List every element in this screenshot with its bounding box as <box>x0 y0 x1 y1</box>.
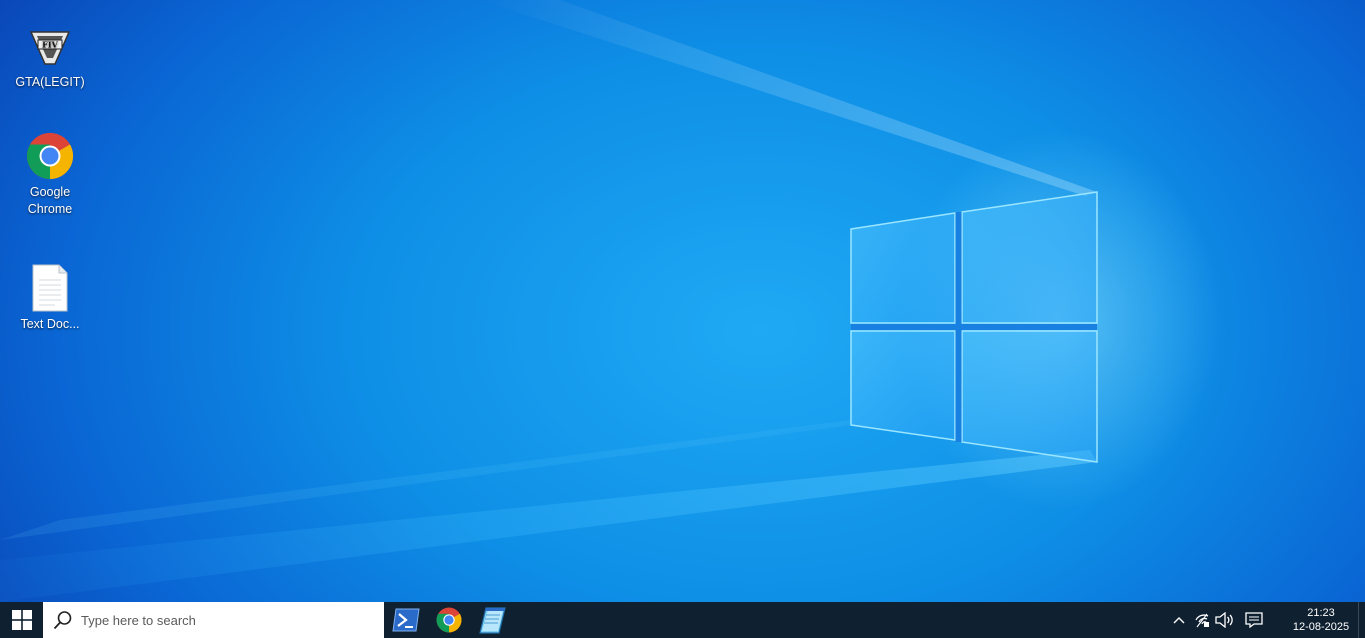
clock-time: 21:23 <box>1307 607 1335 619</box>
notifications-icon[interactable] <box>1236 602 1272 638</box>
windows-logo-icon <box>11 610 32 630</box>
taskbar-app-chrome[interactable] <box>427 602 470 638</box>
chevron-up-icon[interactable] <box>1167 602 1190 638</box>
volume-icon[interactable] <box>1213 602 1236 638</box>
notepad-icon <box>478 607 506 634</box>
powershell-icon <box>391 608 420 632</box>
desktop-icon-gta[interactable]: FIV GTA(LEGIT) <box>5 20 95 91</box>
desktop-icon-text-document[interactable]: Text Doc... <box>5 262 95 333</box>
chrome-icon <box>436 607 462 633</box>
desktop-icon-label: Google Chrome <box>27 185 73 216</box>
text-document-icon <box>24 262 76 314</box>
search-icon <box>53 611 72 630</box>
show-desktop-button[interactable] <box>1358 602 1365 638</box>
taskbar-app-powershell[interactable] <box>384 602 427 638</box>
taskbar: Type here to search 21:23 12-08-2025 <box>0 602 1365 638</box>
desktop-icon-label: GTA(LEGIT) <box>15 75 85 89</box>
windows-wallpaper-logo <box>0 0 1220 602</box>
start-button[interactable] <box>0 602 43 638</box>
chrome-icon <box>24 130 76 182</box>
search-placeholder: Type here to search <box>81 612 196 628</box>
search-box[interactable]: Type here to search <box>43 602 384 638</box>
svg-text:FIV: FIV <box>42 40 58 50</box>
desktop-icon-label: Text Doc... <box>20 317 80 331</box>
gta-v-icon: FIV <box>24 20 76 72</box>
clock-date: 12-08-2025 <box>1292 621 1350 633</box>
network-icon[interactable] <box>1190 602 1213 638</box>
clock[interactable]: 21:23 12-08-2025 <box>1284 602 1358 638</box>
taskbar-app-notepad[interactable] <box>470 602 513 638</box>
system-tray: 21:23 12-08-2025 <box>1167 602 1365 638</box>
desktop-icon-chrome[interactable]: Google Chrome <box>5 130 95 218</box>
desktop-background: FIV GTA(LEGIT) Google Chrome Text Doc... <box>0 0 1365 602</box>
